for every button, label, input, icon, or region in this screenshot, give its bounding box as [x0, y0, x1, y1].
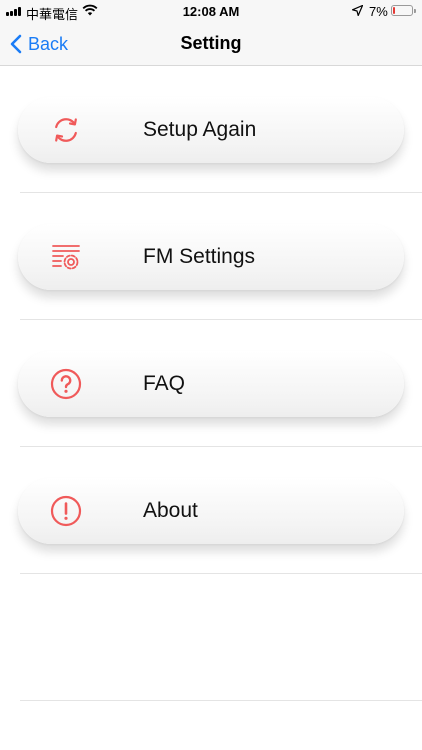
menu-row-faq: FAQ	[0, 320, 422, 447]
menu-row-about: About	[0, 447, 422, 574]
battery-level-fill	[393, 7, 396, 14]
list-gear-icon	[52, 245, 80, 270]
setup-again-button[interactable]: Setup Again	[18, 97, 404, 163]
refresh-icon	[55, 118, 77, 142]
battery-icon	[391, 5, 416, 16]
exclamation-circle-icon	[50, 495, 82, 527]
fm-settings-button[interactable]: FM Settings	[18, 224, 404, 290]
question-circle-icon	[50, 368, 82, 400]
menu-row-fm-settings: FM Settings	[0, 193, 422, 320]
location-arrow-icon	[352, 5, 363, 16]
faq-button[interactable]: FAQ	[18, 351, 404, 417]
faq-label: FAQ	[143, 372, 186, 395]
navigation-bar: Back Setting	[0, 22, 422, 66]
page-title: Setting	[180, 33, 242, 53]
row-divider	[20, 700, 422, 701]
empty-row	[0, 574, 422, 701]
about-button[interactable]: About	[18, 478, 404, 544]
status-bar: 中華電信 12:08 AM 7%	[0, 0, 422, 22]
menu-row-setup-again: Setup Again	[0, 66, 422, 193]
settings-menu: Setup Again FM Settings FAQ About	[0, 66, 422, 701]
about-label: About	[143, 499, 198, 522]
battery-percentage: 7%	[369, 4, 388, 19]
setup-again-label: Setup Again	[143, 118, 257, 141]
fm-settings-label: FM Settings	[143, 245, 256, 268]
